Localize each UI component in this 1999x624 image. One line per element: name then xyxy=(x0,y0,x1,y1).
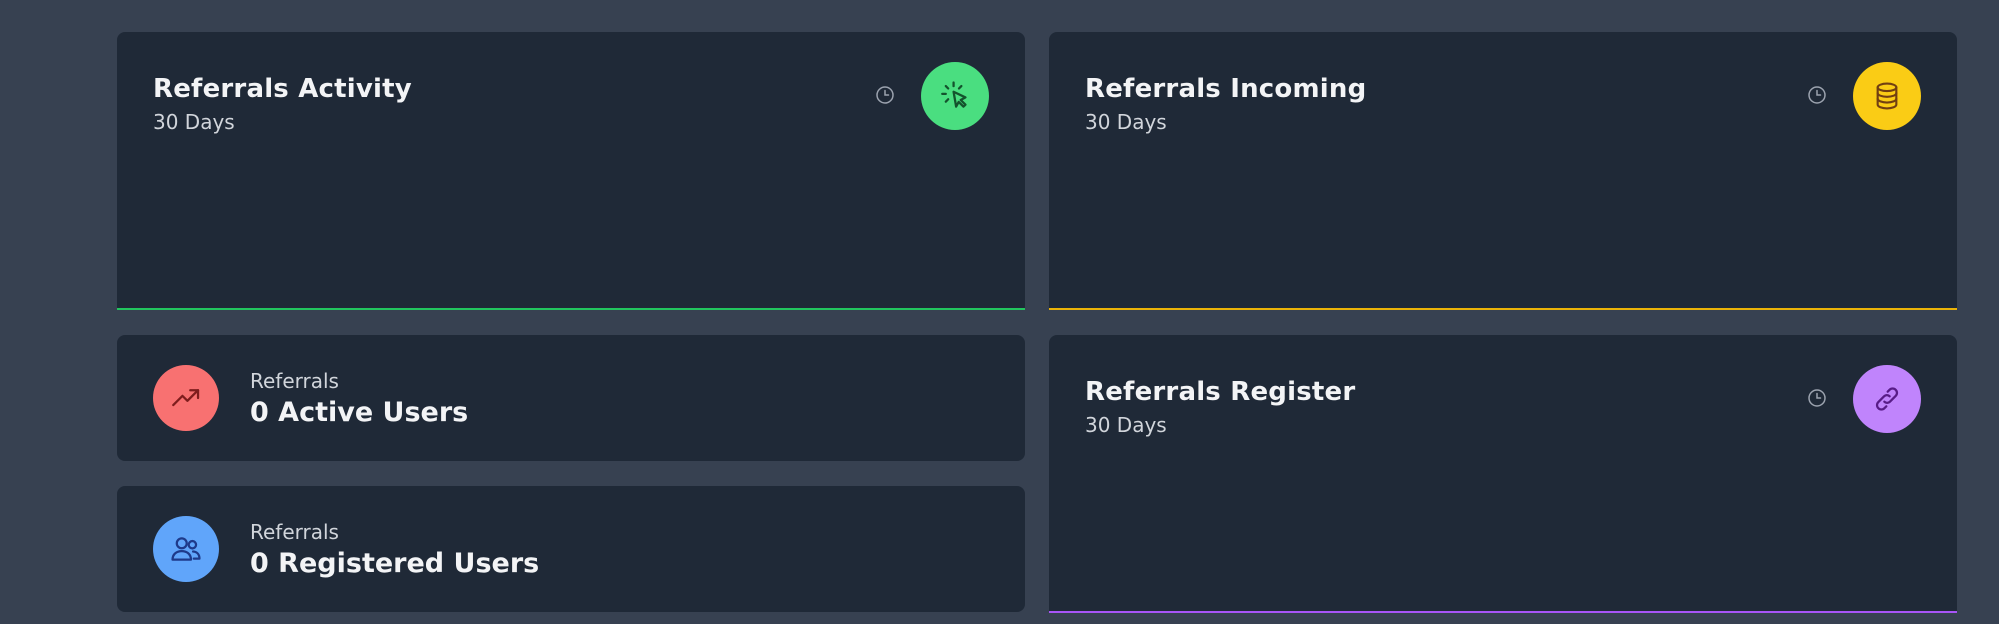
card-period: 30 Days xyxy=(153,110,235,134)
active-users-count: 0 Active Users xyxy=(250,397,469,428)
card-title: Referrals Register xyxy=(1085,377,1356,407)
stat-label: Referrals xyxy=(250,520,339,544)
cursor-click-icon xyxy=(921,62,989,130)
trending-up-icon xyxy=(153,365,219,431)
card-period: 30 Days xyxy=(1085,110,1167,134)
incoming-chart-line xyxy=(1049,308,1957,310)
registered-users-card: Referrals 0 Registered Users xyxy=(117,486,1025,612)
register-chart-line xyxy=(1049,611,1957,613)
referrals-activity-card: Referrals Activity 30 Days xyxy=(117,32,1025,310)
stat-label: Referrals xyxy=(250,369,339,393)
active-users-card: Referrals 0 Active Users xyxy=(117,335,1025,461)
card-period: 30 Days xyxy=(1085,413,1167,437)
card-title: Referrals Incoming xyxy=(1085,74,1367,104)
coins-stack-icon xyxy=(1853,62,1921,130)
referrals-incoming-card: Referrals Incoming 30 Days xyxy=(1049,32,1957,310)
referrals-register-card: Referrals Register 30 Days xyxy=(1049,335,1957,613)
card-title: Referrals Activity xyxy=(153,74,412,104)
clock-icon[interactable] xyxy=(875,85,895,105)
activity-chart-line xyxy=(117,308,1025,310)
clock-icon[interactable] xyxy=(1807,85,1827,105)
clock-icon[interactable] xyxy=(1807,388,1827,408)
registered-users-count: 0 Registered Users xyxy=(250,548,540,579)
users-icon xyxy=(153,516,219,582)
link-icon xyxy=(1853,365,1921,433)
